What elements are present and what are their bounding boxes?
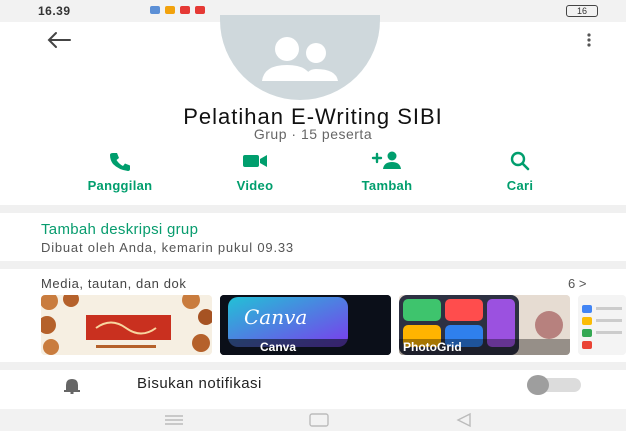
home-icon[interactable] bbox=[309, 413, 329, 427]
section-divider bbox=[0, 362, 626, 370]
more-vertical-icon[interactable] bbox=[584, 32, 594, 48]
recent-apps-icon[interactable] bbox=[165, 415, 183, 425]
action-row: Panggilan Video Tambah Cari bbox=[40, 150, 580, 198]
section-divider bbox=[0, 261, 626, 269]
media-section-title: Media, tautan, dan dok bbox=[41, 276, 187, 291]
notification-icon bbox=[150, 6, 160, 14]
mute-notifications-toggle[interactable] bbox=[527, 375, 581, 395]
back-icon[interactable] bbox=[456, 412, 471, 428]
group-avatar[interactable] bbox=[220, 15, 380, 100]
media-thumbnail-partial[interactable] bbox=[578, 295, 626, 355]
add-member-button[interactable]: Tambah bbox=[327, 150, 447, 198]
status-time: 16.39 bbox=[38, 4, 71, 18]
add-person-icon bbox=[371, 151, 401, 169]
group-created-info: Dibuat oleh Anda, kemarin pukul 09.33 bbox=[41, 240, 294, 255]
bell-icon bbox=[62, 376, 82, 399]
media-thumbnail-poster[interactable] bbox=[41, 295, 212, 355]
group-subtitle: Grup · 15 peserta bbox=[253, 126, 373, 142]
video-icon bbox=[243, 155, 267, 167]
canva-caption: Canva bbox=[260, 340, 297, 354]
notification-icon bbox=[195, 6, 205, 14]
phone-icon bbox=[110, 153, 130, 171]
notification-icon bbox=[165, 6, 175, 14]
notification-icon bbox=[180, 6, 190, 14]
call-button-label: Panggilan bbox=[87, 178, 153, 193]
group-icon bbox=[262, 37, 338, 81]
mute-notifications-label[interactable]: Bisukan notifikasi bbox=[137, 375, 262, 392]
media-count-link[interactable]: 6 > bbox=[568, 276, 586, 291]
video-button-label: Video bbox=[236, 178, 274, 193]
add-group-description-link[interactable]: Tambah deskripsi grup bbox=[41, 221, 198, 238]
call-button[interactable]: Panggilan bbox=[60, 150, 180, 198]
battery-indicator: 16 bbox=[566, 5, 598, 17]
system-navigation-bar bbox=[0, 409, 626, 431]
add-member-button-label: Tambah bbox=[361, 178, 413, 193]
back-arrow-icon[interactable] bbox=[46, 31, 72, 49]
canva-logo-text: Canva bbox=[244, 305, 308, 329]
toggle-knob bbox=[527, 375, 549, 395]
section-divider bbox=[0, 205, 626, 213]
search-icon bbox=[510, 151, 530, 171]
poster-image bbox=[41, 295, 212, 355]
search-button[interactable]: Cari bbox=[460, 150, 580, 198]
media-thumbnail-canva[interactable]: Canva Canva bbox=[220, 295, 391, 355]
status-icons bbox=[150, 6, 205, 14]
search-button-label: Cari bbox=[506, 178, 534, 193]
photogrid-caption: PhotoGrid bbox=[403, 340, 462, 354]
app-list-image bbox=[578, 295, 626, 355]
media-thumbnail-photogrid[interactable]: PhotoGrid bbox=[399, 295, 570, 355]
video-button[interactable]: Video bbox=[195, 150, 315, 198]
